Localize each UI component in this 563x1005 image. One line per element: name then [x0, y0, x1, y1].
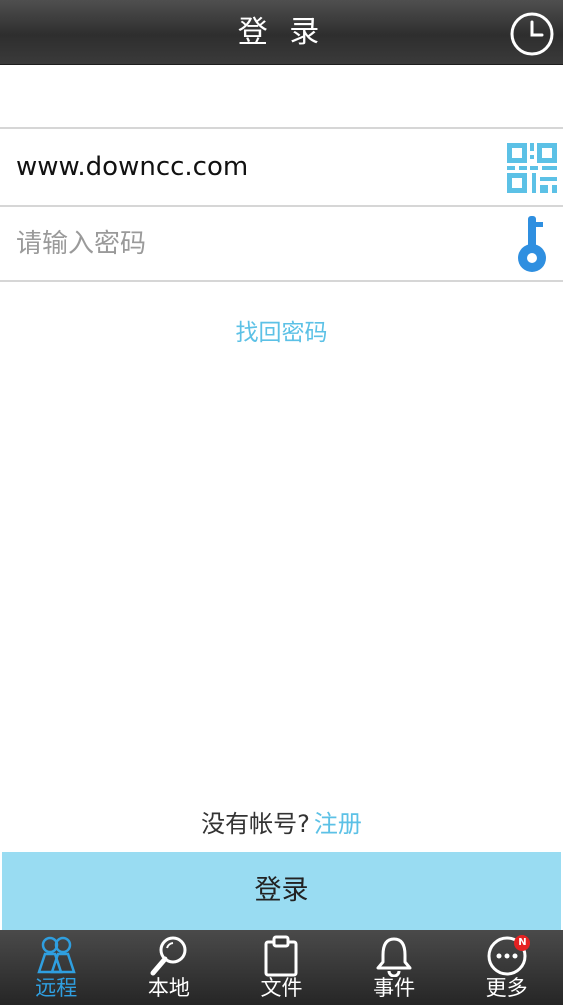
- tab-label: 事件: [373, 976, 416, 1000]
- tab-files[interactable]: 文件: [225, 930, 338, 1005]
- register-prompt: 没有帐号? 注册: [0, 804, 563, 839]
- tab-local[interactable]: 本地: [113, 930, 226, 1005]
- notification-badge: N: [514, 935, 531, 951]
- password-input[interactable]: [16, 220, 486, 268]
- magnifier-icon: [150, 936, 187, 976]
- tab-label: 本地: [147, 976, 190, 1000]
- bell-icon: [376, 937, 412, 977]
- title-bar: 登 录: [0, 0, 563, 65]
- username-row: [0, 129, 563, 207]
- tab-events[interactable]: 事件: [338, 930, 451, 1005]
- username-input[interactable]: [16, 143, 486, 191]
- register-link[interactable]: 注册: [314, 810, 362, 838]
- clock-icon[interactable]: [509, 11, 555, 57]
- no-account-text: 没有帐号?: [201, 810, 310, 838]
- password-row: [0, 206, 563, 282]
- key-icon[interactable]: [515, 214, 549, 274]
- tab-remote[interactable]: 远程: [0, 930, 113, 1005]
- clipboard-icon: [264, 935, 298, 977]
- qr-code-icon[interactable]: [505, 141, 559, 195]
- remote-users-icon: [37, 936, 77, 974]
- forgot-password-link[interactable]: 找回密码: [0, 313, 563, 347]
- tab-label: 更多: [485, 976, 528, 1000]
- login-button[interactable]: 登录: [2, 852, 561, 930]
- bottom-tab-bar: 远程 本地 文件 事件 N 更多: [0, 930, 563, 1005]
- tab-more[interactable]: N 更多: [450, 930, 563, 1005]
- login-form: [0, 127, 563, 282]
- page-title: 登 录: [237, 15, 326, 50]
- tab-label: 文件: [260, 976, 303, 1000]
- tab-label: 远程: [35, 976, 78, 1000]
